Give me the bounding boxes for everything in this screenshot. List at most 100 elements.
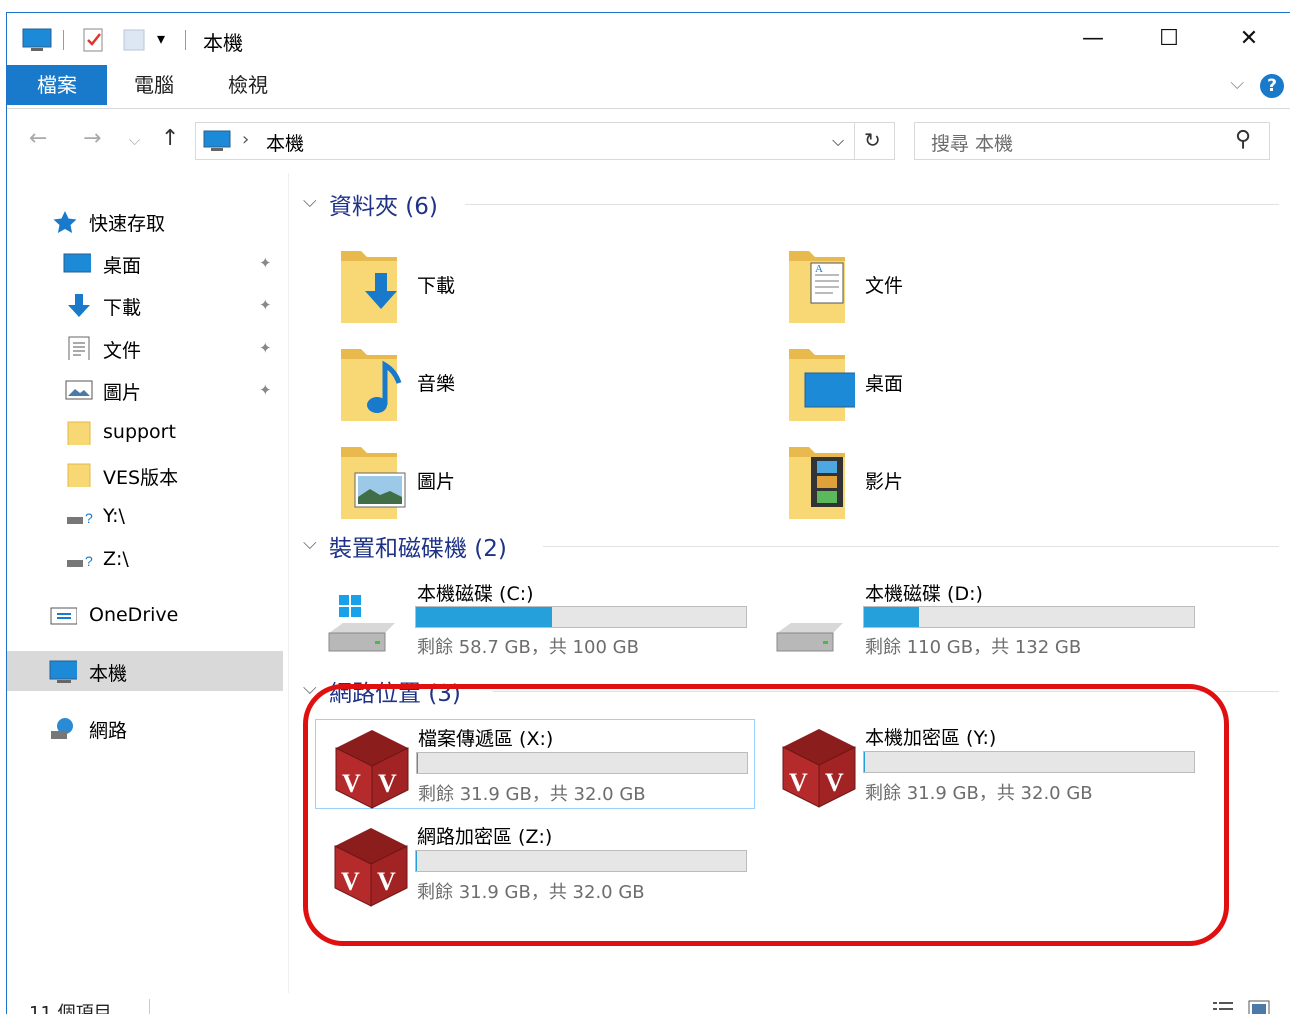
sidebar-item-label: 圖片 [103, 382, 142, 404]
drive-usage-bar [863, 751, 1195, 773]
sidebar-item-label: Z:\ [103, 548, 129, 570]
sidebar-item-desktop[interactable]: 桌面 ✦ [7, 243, 283, 283]
section-divider [465, 204, 1279, 205]
drive-free-space: 剩餘 58.7 GB，共 100 GB [417, 637, 639, 658]
qa-separator [185, 30, 186, 50]
address-bar[interactable]: › 本機 ⌵ ↻ [195, 122, 895, 160]
help-icon[interactable]: ? [1260, 74, 1284, 98]
svg-text:V: V [342, 769, 361, 798]
drive-usage-fill [417, 753, 418, 773]
pane-divider [288, 173, 289, 993]
refresh-icon[interactable]: ↻ [864, 128, 881, 152]
folder-label: 桌面 [865, 373, 904, 395]
network-drive-z[interactable]: V V 網路加密區 (Z:) 剩餘 31.9 GB，共 32.0 GB [315, 818, 755, 908]
sidebar-item-z-drive[interactable]: ? Z:\ [7, 540, 283, 580]
close-button[interactable]: ✕ [1209, 13, 1289, 65]
folder-documents[interactable]: A 文件 [755, 241, 1195, 337]
search-input[interactable]: 搜尋 本機 [931, 129, 1013, 156]
sidebar-item-y-drive[interactable]: ? Y:\ [7, 497, 283, 537]
pin-icon[interactable]: ✦ [259, 296, 272, 314]
folder-icon [67, 463, 91, 487]
drive-d[interactable]: 本機磁碟 (D:) 剩餘 110 GB，共 132 GB [755, 579, 1195, 675]
sidebar-item-pictures[interactable]: 圖片 ✦ [7, 370, 283, 410]
section-header-devices[interactable]: ⌵ 裝置和磁碟機 (2) [303, 529, 1279, 563]
breadcrumb-separator-icon[interactable]: › [242, 129, 249, 150]
folder-icon [67, 421, 91, 445]
section-header-network[interactable]: ⌵ 網路位置 (3) [303, 674, 1279, 708]
minimize-button[interactable]: — [1053, 13, 1133, 65]
pin-icon[interactable]: ✦ [259, 381, 272, 399]
details-view-icon[interactable] [1211, 999, 1235, 1014]
virtualbox-cube-icon: V V [334, 828, 408, 907]
qa-separator [63, 30, 64, 50]
tab-computer[interactable]: 電腦 [119, 65, 189, 105]
network-drive-icon: ? [67, 510, 93, 526]
sidebar-item-label: 文件 [103, 340, 142, 362]
folder-desktop[interactable]: 桌面 [755, 339, 1195, 435]
drive-usage-bar [415, 850, 747, 872]
status-separator [149, 999, 150, 1014]
recent-locations-button[interactable]: ⌵ [129, 131, 140, 149]
section-header-folders[interactable]: ⌵ 資料夾 (6) [303, 187, 1279, 221]
drive-usage-bar [415, 606, 747, 628]
network-drive-x[interactable]: V V 檔案傳遞區 (X:) 剩餘 31.9 GB，共 32.0 GB [315, 719, 755, 809]
sidebar-item-ves[interactable]: VES版本 [7, 455, 283, 495]
quick-access-dropdown-icon[interactable]: ▾ [157, 29, 165, 55]
status-item-count: 11 個項目 [29, 1003, 112, 1014]
sidebar-item-onedrive[interactable]: OneDrive [7, 596, 283, 636]
drive-usage-bar [416, 752, 748, 774]
tab-file[interactable]: 檔案 [7, 65, 107, 105]
forward-button[interactable]: → [83, 126, 101, 151]
collapse-chevron-icon[interactable]: ⌵ [303, 678, 317, 699]
maximize-button[interactable]: ☐ [1129, 13, 1209, 65]
address-dropdown-icon[interactable]: ⌵ [832, 131, 844, 151]
drive-free-space: 剩餘 110 GB，共 132 GB [865, 637, 1082, 658]
pin-icon[interactable]: ✦ [259, 339, 272, 357]
sidebar-item-quick-access[interactable]: 快速存取 [7, 201, 283, 241]
drive-c[interactable]: 本機磁碟 (C:) 剩餘 58.7 GB，共 100 GB [307, 579, 747, 675]
drive-usage-fill [416, 607, 553, 627]
large-icons-view-icon[interactable] [1247, 999, 1271, 1014]
ribbon-expand-icon[interactable]: ⌵ [1230, 73, 1244, 94]
this-pc-icon [203, 130, 231, 151]
folder-music[interactable]: 音樂 [307, 339, 747, 435]
up-button[interactable]: ↑ [161, 126, 179, 151]
sidebar-item-downloads[interactable]: 下載 ✦ [7, 285, 283, 325]
folder-downloads[interactable]: 下載 [307, 241, 747, 337]
folder-videos[interactable]: 影片 [755, 437, 1195, 533]
download-folder-icon [341, 251, 397, 323]
download-icon [68, 294, 90, 317]
sidebar-item-support[interactable]: support [7, 413, 283, 453]
drive-name: 檔案傳遞區 (X:) [418, 728, 554, 750]
svg-text:V: V [378, 769, 397, 798]
search-box[interactable]: 搜尋 本機 ⚲ [914, 122, 1270, 160]
sidebar-item-this-pc[interactable]: 本機 [7, 651, 283, 691]
document-icon [68, 336, 90, 360]
drive-name: 網路加密區 (Z:) [417, 826, 553, 848]
file-explorer-window: ▾ 本機 — ☐ ✕ 檔案 電腦 檢視 ⌵ ? ← → ⌵ ↑ › 本機 ⌵ ↻… [6, 12, 1290, 1014]
drive-free-space: 剩餘 31.9 GB，共 32.0 GB [418, 784, 646, 805]
collapse-chevron-icon[interactable]: ⌵ [303, 533, 317, 554]
virtualbox-cube-icon: V V [782, 729, 856, 808]
drive-usage-fill [864, 607, 920, 627]
new-folder-icon[interactable] [121, 27, 147, 53]
videos-folder-icon [789, 447, 845, 519]
folder-label: 影片 [865, 471, 904, 493]
section-title: 網路位置 (3) [329, 681, 461, 707]
title-bar: ▾ 本機 — ☐ ✕ [7, 13, 1290, 65]
back-button[interactable]: ← [29, 126, 47, 151]
folder-label: 下載 [417, 275, 456, 297]
pin-icon[interactable]: ✦ [259, 254, 272, 272]
search-icon[interactable]: ⚲ [1235, 127, 1251, 152]
collapse-chevron-icon[interactable]: ⌵ [303, 191, 317, 212]
sidebar-item-documents[interactable]: 文件 ✦ [7, 328, 283, 368]
breadcrumb-this-pc[interactable]: 本機 [266, 129, 304, 156]
sidebar-item-label: 桌面 [103, 255, 142, 277]
properties-icon[interactable] [81, 27, 107, 53]
this-pc-icon [49, 660, 77, 683]
documents-folder-icon: A [789, 251, 845, 323]
tab-view[interactable]: 檢視 [213, 65, 283, 105]
sidebar-item-network[interactable]: 網路 [7, 708, 283, 748]
folder-pictures[interactable]: 圖片 [307, 437, 747, 533]
network-drive-y[interactable]: V V 本機加密區 (Y:) 剩餘 31.9 GB，共 32.0 GB [763, 719, 1203, 809]
